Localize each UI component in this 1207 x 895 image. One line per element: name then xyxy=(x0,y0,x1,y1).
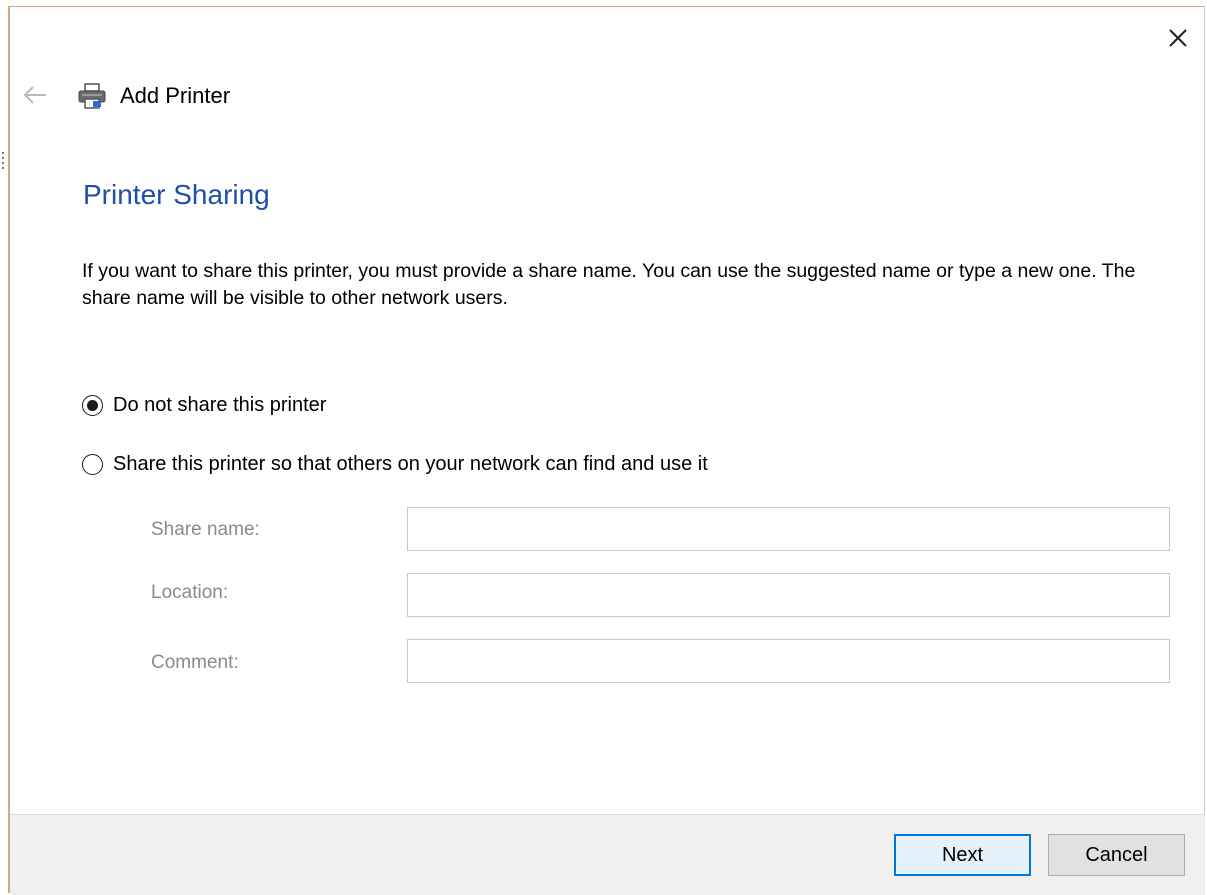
share-name-label: Share name: xyxy=(151,519,260,540)
next-button[interactable]: Next xyxy=(894,834,1031,876)
left-edge-mark xyxy=(2,152,4,172)
location-label: Location: xyxy=(151,582,229,603)
radio-label-do-not-share: Do not share this printer xyxy=(113,394,327,416)
share-name-input[interactable] xyxy=(407,507,1170,551)
page-description: If you want to share this printer, you m… xyxy=(82,260,1136,309)
back-button[interactable] xyxy=(18,80,52,110)
page-heading: Printer Sharing xyxy=(83,179,270,210)
radio-share-printer[interactable]: Share this printer so that others on you… xyxy=(82,450,708,478)
printer-icon xyxy=(76,82,108,110)
window-title: Add Printer xyxy=(120,83,231,108)
cancel-button[interactable]: Cancel xyxy=(1048,834,1185,876)
location-input[interactable] xyxy=(407,573,1170,617)
back-arrow-icon xyxy=(23,86,46,104)
comment-input[interactable] xyxy=(407,639,1170,683)
close-button[interactable] xyxy=(1160,22,1196,54)
radio-button-unselected[interactable] xyxy=(82,453,103,475)
radio-do-not-share[interactable]: Do not share this printer xyxy=(82,391,326,419)
radio-button-selected[interactable] xyxy=(82,394,103,416)
radio-dot xyxy=(87,399,98,411)
comment-label: Comment: xyxy=(151,652,239,673)
close-icon xyxy=(1169,29,1187,47)
radio-label-share-printer: Share this printer so that others on you… xyxy=(113,453,708,475)
